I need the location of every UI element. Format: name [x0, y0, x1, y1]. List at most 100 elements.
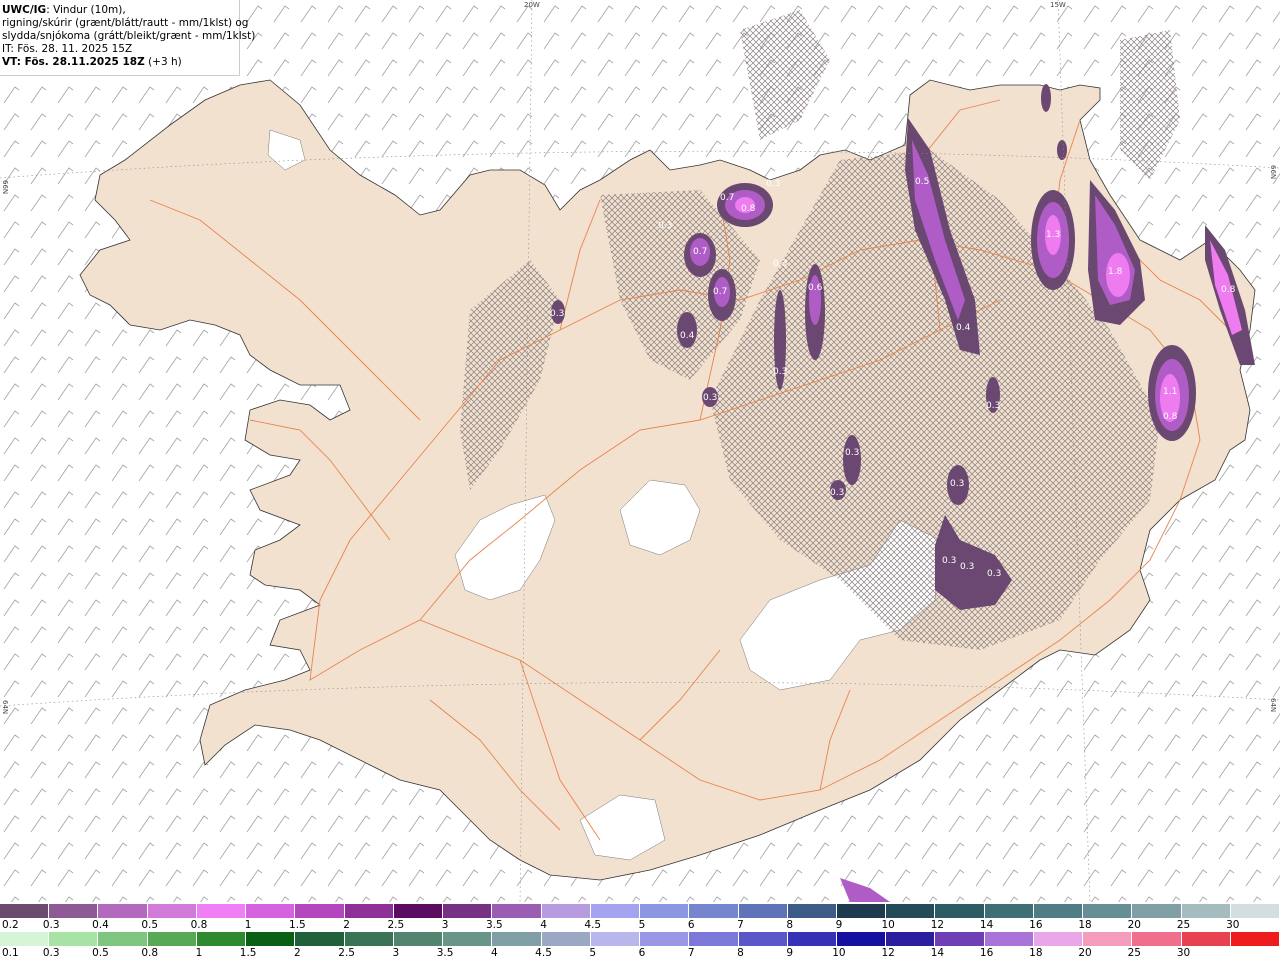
scale-swatch	[1132, 904, 1182, 918]
precip-value-label: 1.3	[1046, 230, 1060, 240]
scale-swatch	[0, 932, 50, 946]
scale-tick-label: 4	[540, 919, 547, 931]
scale-swatch	[836, 904, 887, 918]
scale-swatch	[1230, 904, 1280, 918]
scale-tick-label: 0.5	[92, 947, 109, 959]
scale-swatch	[836, 932, 887, 946]
precip-value-label: 0.3	[960, 562, 974, 572]
scale-swatch	[640, 904, 690, 918]
scale-tick-label: 12	[930, 919, 945, 931]
scale-swatch	[147, 932, 197, 946]
precip-value-label: 0.3	[987, 569, 1001, 579]
scale-swatch	[98, 932, 148, 946]
map-info-box: UWC/IG: Vindur (10m), rigning/skúrir (gr…	[0, 0, 256, 76]
scale-swatch	[984, 932, 1034, 946]
scale-swatch	[1230, 932, 1280, 946]
scale-tick-label: 16	[979, 947, 994, 959]
scale-swatch	[1181, 932, 1231, 946]
precip-value-label: 1.1	[1163, 387, 1177, 397]
weather-map: 0.7 0.8 0.3 0.3 0.7 0.3 0.7 0.4 0.3 0.6 …	[0, 0, 1280, 902]
precip-value-label: 0.3	[942, 556, 956, 566]
scale-swatch	[147, 904, 197, 918]
precip-value-label: 0.6	[808, 283, 823, 293]
scale-tick-label: 3.5	[436, 947, 454, 959]
scale-swatch	[246, 904, 296, 918]
scale-swatch	[492, 932, 542, 946]
scale-tick-label: 9	[786, 947, 794, 959]
precip-value-label: 0.5	[915, 177, 929, 187]
scale-tick-label: 16	[1029, 919, 1043, 931]
scale-tick-label: 30	[1226, 919, 1240, 931]
scale-tick-label: 5	[589, 947, 597, 959]
scale-swatch	[1033, 932, 1084, 946]
scale-swatch	[689, 904, 739, 918]
scale-tick-label: 14	[930, 947, 945, 959]
precip-value-label: 0.3	[658, 221, 672, 231]
scale-swatch	[541, 904, 591, 918]
title-wind: : Vindur (10m),	[46, 4, 126, 16]
scale-tick-label: 1.5	[289, 919, 306, 931]
scale-tick-label: 20	[1127, 919, 1141, 931]
scale-swatch	[492, 904, 542, 918]
precip-cell	[1057, 140, 1067, 160]
precip-value-label: 0.3	[550, 309, 564, 319]
precip-value-label: 0.4	[680, 331, 695, 341]
snow-description: slydda/snjókoma (grátt/bleikt/grænt - mm…	[2, 30, 256, 42]
precip-value-label: 0.3	[773, 259, 787, 269]
lat-label-64n-right: 64N	[1269, 698, 1277, 712]
scale-swatch	[196, 904, 247, 918]
scale-tick-label: 2.5	[338, 947, 355, 959]
scale-tick-label: 1.5	[239, 947, 257, 959]
precip-cell	[843, 435, 861, 485]
scale-tick-label: 6	[687, 919, 695, 931]
precip-cell	[677, 312, 697, 348]
scale-tick-label: 3	[441, 919, 449, 931]
scale-swatch	[246, 932, 296, 946]
lon-label-20w: 20W	[524, 1, 540, 9]
scale-swatch	[541, 932, 591, 946]
scale-swatch	[443, 904, 493, 918]
scale-swatch	[0, 904, 50, 918]
scale-swatch	[393, 904, 444, 918]
scale-swatch	[984, 904, 1034, 918]
scale-swatch	[1083, 904, 1133, 918]
scale-swatch	[886, 904, 936, 918]
scale-tick-label: 3	[392, 947, 400, 959]
precip-value-label: 0.3	[773, 367, 787, 377]
scale-tick-label: 2	[294, 947, 301, 959]
precip-value-label: 0.3	[950, 479, 964, 489]
precip-value-label: 0.3	[830, 488, 844, 498]
scale-tick-label: 10	[832, 947, 846, 959]
rain-scale-ticks: 0.1 0.3 0.5 0.8 1 1.5 2 2.5 3 3.5 4 4.5 5 6 7 8 9 10 12 14 1…	[0, 947, 1280, 961]
scale-swatch	[787, 932, 837, 946]
scale-swatch	[886, 932, 936, 946]
scale-swatch	[49, 904, 99, 918]
precip-value-label: 0.3	[703, 393, 717, 403]
scale-tick-label: 2	[343, 919, 350, 931]
scale-tick-label: 6	[638, 947, 646, 959]
scale-swatch	[590, 932, 641, 946]
scale-tick-label: 9	[835, 919, 843, 931]
scale-swatch	[1132, 932, 1182, 946]
scale-tick-label: 0.8	[190, 919, 208, 931]
scale-swatch	[787, 904, 837, 918]
scale-tick-label: 10	[881, 919, 895, 931]
scale-tick-label: 0.8	[141, 947, 159, 959]
initial-time: IT: Fös. 28. 11. 2025 15Z	[2, 43, 133, 55]
scale-tick-label: 7	[687, 947, 695, 959]
lat-label-66n-left: 66N	[1, 180, 9, 194]
lon-label-15w: 15W	[1050, 1, 1066, 9]
scale-tick-label: 3.5	[485, 919, 503, 931]
lat-label-66n-right: 66N	[1269, 165, 1277, 179]
scale-tick-label: 25	[1176, 919, 1191, 931]
scale-tick-label: 8	[786, 919, 794, 931]
scale-swatch	[1181, 904, 1231, 918]
scale-swatch	[98, 904, 148, 918]
scale-swatch	[295, 904, 345, 918]
scale-tick-label: 0.4	[92, 919, 109, 931]
precip-value-label: 0.8	[741, 204, 756, 214]
scale-swatch	[344, 904, 394, 918]
snow-scale-ticks: 0.2 0.3 0.4 0.5 0.8 1 1.5 2 2.5 3 3.5 4 4.5 5 6 7 8 9 10 12…	[0, 919, 1280, 933]
color-scales: 0.2 0.3 0.4 0.5 0.8 1 1.5 2 2.5 3 3.5 4 4.5 5 6 7 8 9 10 12…	[0, 902, 1280, 960]
scale-tick-label: 8	[737, 947, 744, 959]
